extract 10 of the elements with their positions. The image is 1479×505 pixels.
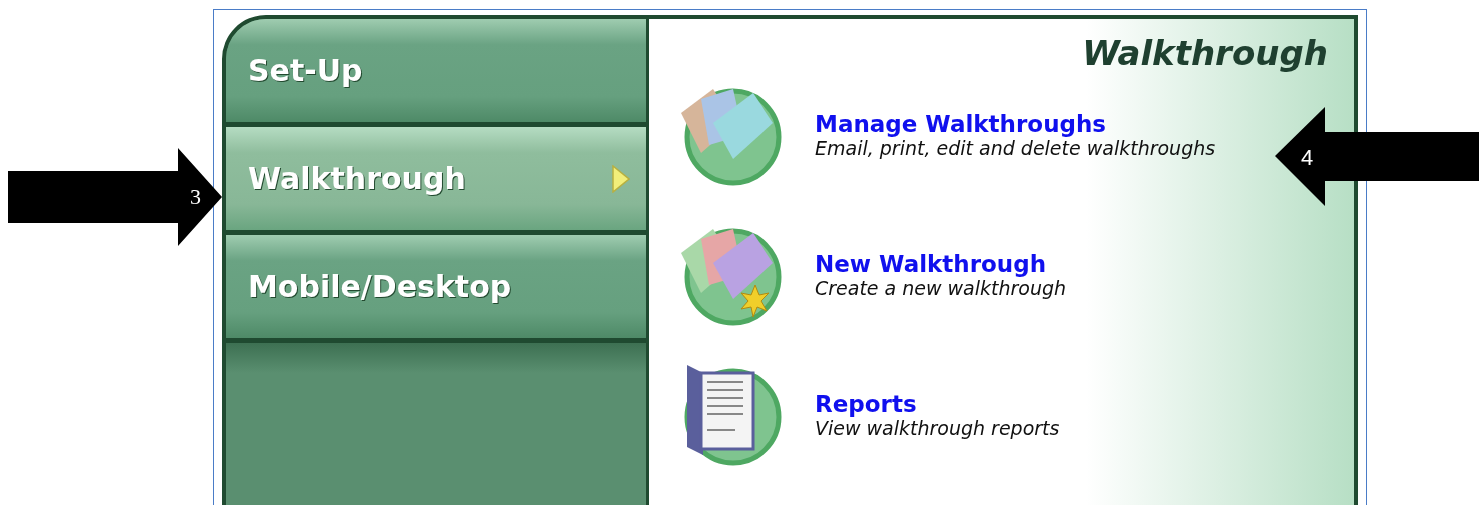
link-description: Email, print, edit and delete walkthroughs: [815, 137, 1216, 159]
page-title: Walkthrough: [1082, 33, 1328, 73]
menu-link[interactable]: Manage Walkthroughs: [815, 111, 1216, 137]
menu-link[interactable]: Reports: [815, 391, 1060, 417]
link-description: View walkthrough reports: [815, 417, 1060, 439]
callout-number: 4: [1301, 145, 1314, 170]
menu-link[interactable]: New Walkthrough: [815, 251, 1067, 277]
pointer-icon: [612, 164, 630, 193]
link-description: Create a new walkthrough: [815, 277, 1067, 299]
callout-number: 3: [190, 184, 201, 209]
